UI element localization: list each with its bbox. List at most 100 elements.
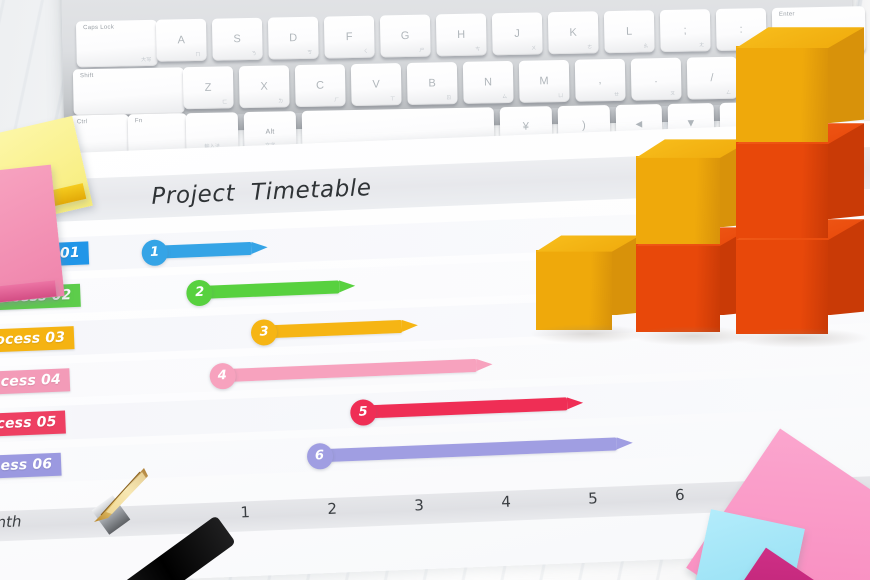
key-c[interactable]: Cㄏ (294, 64, 346, 108)
key-label: Caps Lock (83, 24, 115, 32)
key-sublabel: ㄈ (222, 99, 228, 106)
key-label: G (400, 29, 410, 43)
key-caps-lock[interactable]: Caps Lock 大写 (75, 19, 158, 68)
gantt-bullet-number: 1 (149, 244, 160, 260)
key-sublabel: ㄠ (643, 43, 649, 50)
axis-tick-5: 5 (587, 489, 599, 508)
key-m[interactable]: Mㄩ (518, 59, 570, 103)
key-label: , (598, 74, 602, 87)
key-v[interactable]: Vㄒ (350, 63, 402, 107)
key-sublabel: ㄎ (307, 49, 313, 56)
gantt-bullet-6[interactable]: 6 (306, 442, 334, 470)
key-sublabel: ㄏ (334, 97, 340, 104)
gantt-bar-tip (567, 396, 584, 410)
key-g[interactable]: Gㄕ (379, 14, 431, 58)
key-label: Ctrl (76, 119, 88, 126)
keyboard[interactable]: Caps Lock大写AㄇSㄋDㄎFㄑGㄕHㄘJㄨKㄜLㄠ;ㄤ:ㄦEnterSh… (60, 0, 866, 160)
key-s[interactable]: Sㄋ (211, 17, 263, 61)
key-f[interactable]: Fㄑ (323, 15, 375, 59)
key-label: ◄ (633, 118, 645, 131)
key--[interactable]: ,ㄝ (574, 58, 626, 102)
key--[interactable]: / ㄥ (686, 56, 738, 100)
gantt-bullet-number: 5 (358, 404, 368, 420)
key-sublabel: ㄖ (446, 95, 452, 102)
process-label-3[interactable]: Process 03 (0, 326, 75, 354)
axis-tick-1: 1 (240, 503, 251, 522)
key-sublabel: ㄑ (363, 48, 369, 55)
key-z[interactable]: Zㄈ (182, 66, 234, 110)
key-a[interactable]: Aㄇ (155, 18, 207, 62)
gantt-bar-tip (401, 319, 418, 332)
key-sublabel: ㄜ (587, 44, 593, 51)
key-label: S (233, 33, 242, 46)
block-front-face (736, 238, 828, 334)
key-n[interactable]: Nㄙ (462, 60, 514, 104)
gantt-bullet-number: 2 (194, 284, 205, 301)
block-front-face (636, 156, 720, 244)
key--[interactable]: .ㄡ (630, 57, 682, 101)
key-h[interactable]: Hㄘ (435, 13, 487, 57)
key-sublabel: ㄙ (502, 94, 508, 101)
process-label-text: Process 04 (0, 371, 62, 392)
axis-tick-4: 4 (500, 492, 512, 512)
key-j[interactable]: Jㄨ (491, 12, 543, 56)
key-label: D (289, 32, 298, 45)
gantt-bar-tip (338, 279, 356, 293)
key-label: L (625, 25, 633, 38)
key-sublabel: ㄡ (670, 90, 676, 97)
key-label: ; (683, 24, 688, 37)
key-sublabel: ㄌ (278, 98, 284, 105)
gantt-bullet-5[interactable]: 5 (349, 398, 377, 426)
process-label-text: Process 06 (0, 456, 53, 476)
key-sublabel: ㄥ (726, 89, 732, 96)
key-label: C (315, 79, 325, 92)
key-sublabel: ㄤ (699, 42, 705, 49)
key-sublabel: ㄕ (419, 47, 425, 54)
key-sublabel: ㄒ (390, 96, 396, 103)
key-k[interactable]: Kㄜ (547, 11, 599, 55)
key-x[interactable]: Xㄌ (238, 65, 290, 109)
key-label: B (428, 77, 437, 90)
block-front-face (636, 244, 720, 332)
axis-label-month: Month (0, 512, 22, 533)
key-sublabel: ㄘ (475, 46, 481, 53)
key-label: A (177, 34, 186, 47)
key-label: / (710, 72, 714, 85)
gantt-bullet-number: 4 (217, 367, 228, 384)
block-front-face (536, 250, 612, 330)
process-label-5[interactable]: Process 05 (0, 410, 67, 438)
axis-tick-3: 3 (413, 496, 425, 515)
key-label: X (260, 80, 269, 93)
key-label: K (569, 26, 578, 39)
axis-tick-6: 6 (674, 485, 686, 505)
pen-nib (92, 466, 152, 526)
gantt-bullet-1[interactable]: 1 (141, 238, 169, 266)
key-b[interactable]: Bㄖ (406, 62, 458, 105)
key-label: Enter (778, 11, 795, 18)
process-label-6[interactable]: Process 06 (0, 452, 62, 480)
gantt-bar-tip (251, 241, 269, 254)
process-label-4[interactable]: Process 04 (0, 368, 71, 396)
block-shadow (530, 324, 646, 344)
key--[interactable]: ; ㄤ (659, 9, 711, 53)
gantt-bar-tip (616, 436, 634, 450)
block-shadow (730, 328, 870, 348)
gantt-bullet-number: 3 (259, 324, 269, 340)
key-label: ) (581, 119, 587, 132)
key-d[interactable]: Dㄎ (267, 16, 319, 60)
key-label: M (539, 75, 550, 88)
key-shift[interactable]: Shift (72, 67, 185, 116)
key-sublabel: 大写 (141, 56, 152, 64)
key-l[interactable]: Lㄠ (603, 10, 655, 54)
gantt-bullet-4[interactable]: 4 (208, 362, 236, 390)
key-sublabel: ㄋ (251, 50, 257, 57)
gantt-bullet-number: 6 (314, 448, 325, 464)
key-label: : (739, 23, 744, 36)
key-sublabel: ㄝ (614, 91, 620, 98)
key-label: V (372, 78, 381, 91)
block-front-face (736, 142, 828, 238)
axis-tick-2: 2 (327, 499, 338, 519)
key-label: Alt (265, 128, 275, 136)
key-sublabel: ㄩ (558, 92, 564, 100)
key-label: ¥ (522, 120, 530, 133)
